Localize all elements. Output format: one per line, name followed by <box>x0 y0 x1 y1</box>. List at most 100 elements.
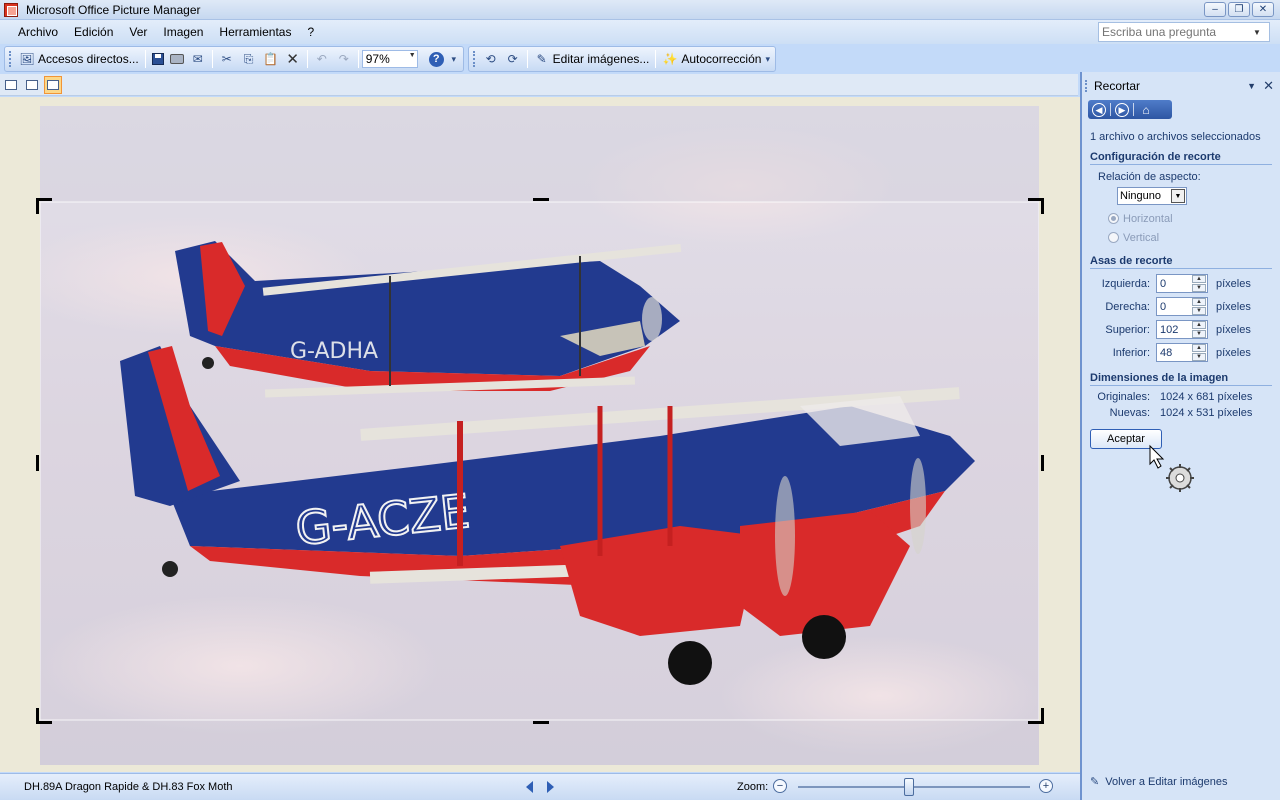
new-dimensions: Nuevas: 1024 x 531 píxeles <box>1090 405 1272 421</box>
close-icon[interactable]: ✕ <box>1263 78 1274 94</box>
spin-down-icon[interactable]: ▼ <box>1192 330 1206 338</box>
crop-handle-bottom-right-v[interactable] <box>1041 708 1044 724</box>
paste-button[interactable]: 📋 <box>260 49 282 69</box>
back-icon[interactable]: ◀ <box>1092 102 1106 117</box>
selected-files-text: 1 archivo o archivos seleccionados <box>1090 131 1261 143</box>
restore-button[interactable]: ❐ <box>1228 2 1250 17</box>
redo-button[interactable]: ↷ <box>333 49 355 69</box>
toolbar-grip[interactable] <box>473 51 476 67</box>
spin-down-icon[interactable]: ▼ <box>1192 307 1206 315</box>
chevron-down-icon[interactable]: ▼ <box>1247 81 1256 91</box>
toolbar-options-icon[interactable]: ▾ <box>449 54 459 65</box>
crop-handle-bottom-mid[interactable] <box>533 721 549 724</box>
crop-handle-top-right-v[interactable] <box>1041 198 1044 214</box>
orientation-vertical[interactable]: Vertical <box>1108 228 1272 247</box>
single-picture-view-button[interactable] <box>44 75 62 94</box>
save-button[interactable] <box>149 49 167 69</box>
print-icon <box>169 54 184 64</box>
thumbnail-view-icon <box>5 79 17 90</box>
top-value[interactable]: 102 <box>1160 324 1178 336</box>
window-title: Microsoft Office Picture Manager <box>26 2 201 17</box>
new-label: Nuevas: <box>1109 407 1150 419</box>
spin-up-icon[interactable]: ▲ <box>1192 275 1206 283</box>
aspect-ratio-select[interactable]: Ninguno ▼ <box>1117 187 1187 205</box>
field-left: Izquierda: 0 ▲ ▼ píxeles <box>1090 272 1272 295</box>
chevron-down-icon[interactable]: ▼ <box>1171 189 1185 203</box>
top-spinbox[interactable]: 102 ▲ ▼ <box>1156 320 1208 339</box>
spin-down-icon[interactable]: ▼ <box>1192 353 1206 361</box>
chevron-down-icon[interactable]: ▼ <box>409 52 416 59</box>
filmstrip-view-icon <box>26 79 38 90</box>
crop-handle-left-mid[interactable] <box>36 455 39 471</box>
bottom-value[interactable]: 48 <box>1160 347 1172 359</box>
cut-button[interactable]: ✂ <box>216 49 238 69</box>
rotate-left-button[interactable]: ⟲ <box>480 49 502 69</box>
right-value[interactable]: 0 <box>1160 301 1166 313</box>
bottom-spinbox[interactable]: 48 ▲ ▼ <box>1156 343 1208 362</box>
aspect-ratio-value: Ninguno <box>1120 190 1161 202</box>
back-to-edit-link[interactable]: ✎ Volver a Editar imágenes <box>1090 775 1228 789</box>
menu-archivo[interactable]: Archivo <box>18 25 58 39</box>
filmstrip-view-button[interactable] <box>23 76 41 94</box>
print-button[interactable] <box>167 49 187 69</box>
menu-edicion[interactable]: Edición <box>74 25 113 39</box>
copy-icon: ⎘ <box>243 51 254 66</box>
autocorrect-button[interactable]: ✨ Autocorrección <box>659 49 764 69</box>
thumbnail-view-button[interactable] <box>2 76 20 94</box>
menu-help[interactable]: ? <box>307 25 314 39</box>
spin-up-icon[interactable]: ▲ <box>1192 321 1206 329</box>
ask-question-input[interactable] <box>1099 25 1249 39</box>
rotate-right-button[interactable]: ⟳ <box>502 49 524 69</box>
shortcuts-button[interactable]: 🖼 Accesos directos... <box>16 49 142 69</box>
right-spinbox[interactable]: 0 ▲ ▼ <box>1156 297 1208 316</box>
edit-pictures-icon: ✎ <box>1090 776 1100 788</box>
spin-down-icon[interactable]: ▼ <box>1192 284 1206 292</box>
copy-button[interactable]: ⎘ <box>238 49 260 69</box>
paste-icon: 📋 <box>263 52 279 66</box>
forward-icon[interactable]: ▶ <box>1115 102 1129 117</box>
crop-handle-bottom-left-v[interactable] <box>36 708 39 724</box>
zoom-in-icon[interactable]: + <box>1039 779 1053 793</box>
orientation-horizontal[interactable]: Horizontal <box>1108 209 1272 228</box>
help-button[interactable]: ? <box>426 49 447 69</box>
photo[interactable]: G-ADHA G-ACZE <box>40 106 1039 765</box>
menu-ver[interactable]: Ver <box>129 25 147 39</box>
delete-button[interactable]: ✕ <box>282 49 304 69</box>
close-button[interactable]: ✕ <box>1252 2 1274 17</box>
field-bottom: Inferior: 48 ▲ ▼ píxeles <box>1090 341 1272 364</box>
edit-pictures-icon: ✎ <box>536 52 547 66</box>
ask-question-box[interactable]: ▼ <box>1098 22 1270 42</box>
crop-task-pane: Recortar ▼ ✕ ◀ ▶ ⌂ 1 archivo o archivos … <box>1080 72 1280 800</box>
edit-images-button[interactable]: ✎ Editar imágenes... <box>531 49 653 69</box>
menu-imagen[interactable]: Imagen <box>163 25 203 39</box>
crop-handle-right-mid[interactable] <box>1041 455 1044 471</box>
email-button[interactable]: ✉ <box>187 49 209 69</box>
radio-horizontal[interactable] <box>1108 213 1119 224</box>
left-value[interactable]: 0 <box>1160 278 1166 290</box>
menu-herramientas[interactable]: Herramientas <box>219 25 291 39</box>
crop-settings-heading: Configuración de recorte <box>1090 151 1272 165</box>
field-unit: píxeles <box>1216 323 1251 336</box>
picture-toolbar: ⟲ ⟳ ✎ Editar imágenes... ✨ Autocorrecció… <box>468 46 776 72</box>
toolbar-grip[interactable] <box>9 51 12 67</box>
crop-handle-top-mid[interactable] <box>533 198 549 201</box>
previous-picture-icon[interactable] <box>526 781 533 793</box>
new-value: 1024 x 531 píxeles <box>1160 407 1253 419</box>
spin-up-icon[interactable]: ▲ <box>1192 298 1206 306</box>
home-icon[interactable]: ⌂ <box>1138 103 1154 117</box>
crop-handle-top-left-v[interactable] <box>36 198 39 214</box>
back-to-edit-label[interactable]: Volver a Editar imágenes <box>1105 776 1227 788</box>
minimize-button[interactable]: – <box>1204 2 1226 17</box>
toolbar-separator <box>655 50 657 68</box>
undo-button[interactable]: ↶ <box>311 49 333 69</box>
zoom-out-icon[interactable]: − <box>773 779 787 793</box>
radio-vertical[interactable] <box>1108 232 1119 243</box>
toolbar-options-icon[interactable]: ▾ <box>764 54 771 65</box>
zoom-select[interactable]: 97% ▼ <box>361 50 418 68</box>
spin-up-icon[interactable]: ▲ <box>1192 344 1206 352</box>
zoom-slider-thumb[interactable] <box>904 778 915 796</box>
next-picture-icon[interactable] <box>547 781 554 793</box>
left-spinbox[interactable]: 0 ▲ ▼ <box>1156 274 1208 293</box>
chevron-down-icon[interactable]: ▼ <box>1249 28 1265 37</box>
help-icon: ? <box>428 51 444 67</box>
